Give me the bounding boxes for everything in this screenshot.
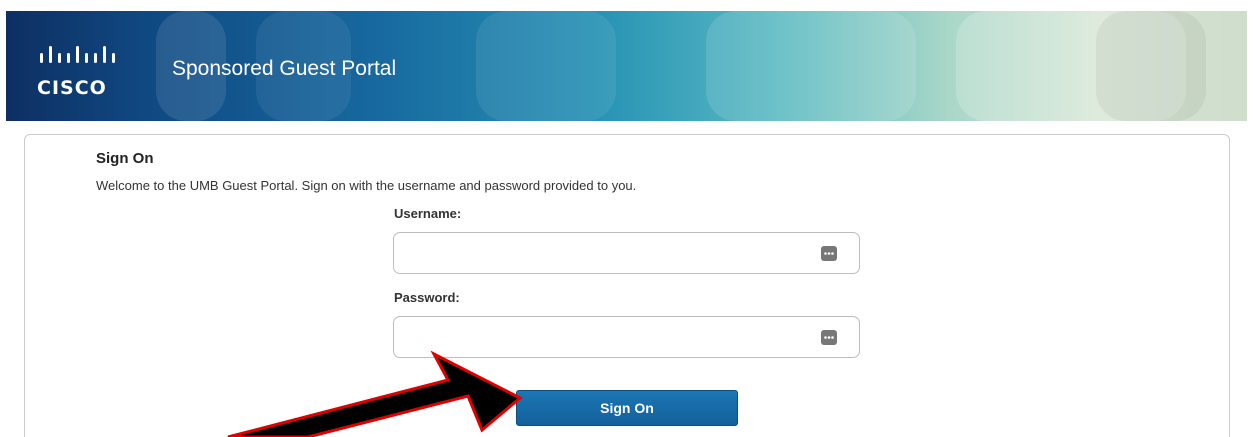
password-label: Password: [394, 290, 460, 305]
portal-page: CISCO Sponsored Guest Portal Sign On Wel… [0, 0, 1253, 437]
banner-decoration [706, 11, 916, 121]
username-label: Username: [394, 206, 462, 221]
banner-decoration [1096, 11, 1206, 121]
portal-header-banner: CISCO Sponsored Guest Portal [6, 11, 1247, 121]
username-input[interactable] [404, 239, 808, 269]
sign-on-heading: Sign On [96, 150, 154, 167]
banner-decoration [476, 11, 616, 121]
password-field[interactable] [393, 316, 860, 358]
welcome-message: Welcome to the UMB Guest Portal. Sign on… [96, 178, 637, 193]
password-input[interactable] [404, 323, 808, 353]
password-manager-icon[interactable] [821, 246, 837, 261]
cisco-bridge-icon [40, 46, 115, 63]
cisco-wordmark: CISCO [37, 77, 107, 99]
cisco-logo: CISCO [36, 37, 126, 99]
password-manager-icon[interactable] [821, 330, 837, 345]
portal-title: Sponsored Guest Portal [172, 57, 397, 80]
username-field[interactable] [393, 232, 860, 274]
sign-on-button[interactable]: Sign On [516, 390, 738, 426]
